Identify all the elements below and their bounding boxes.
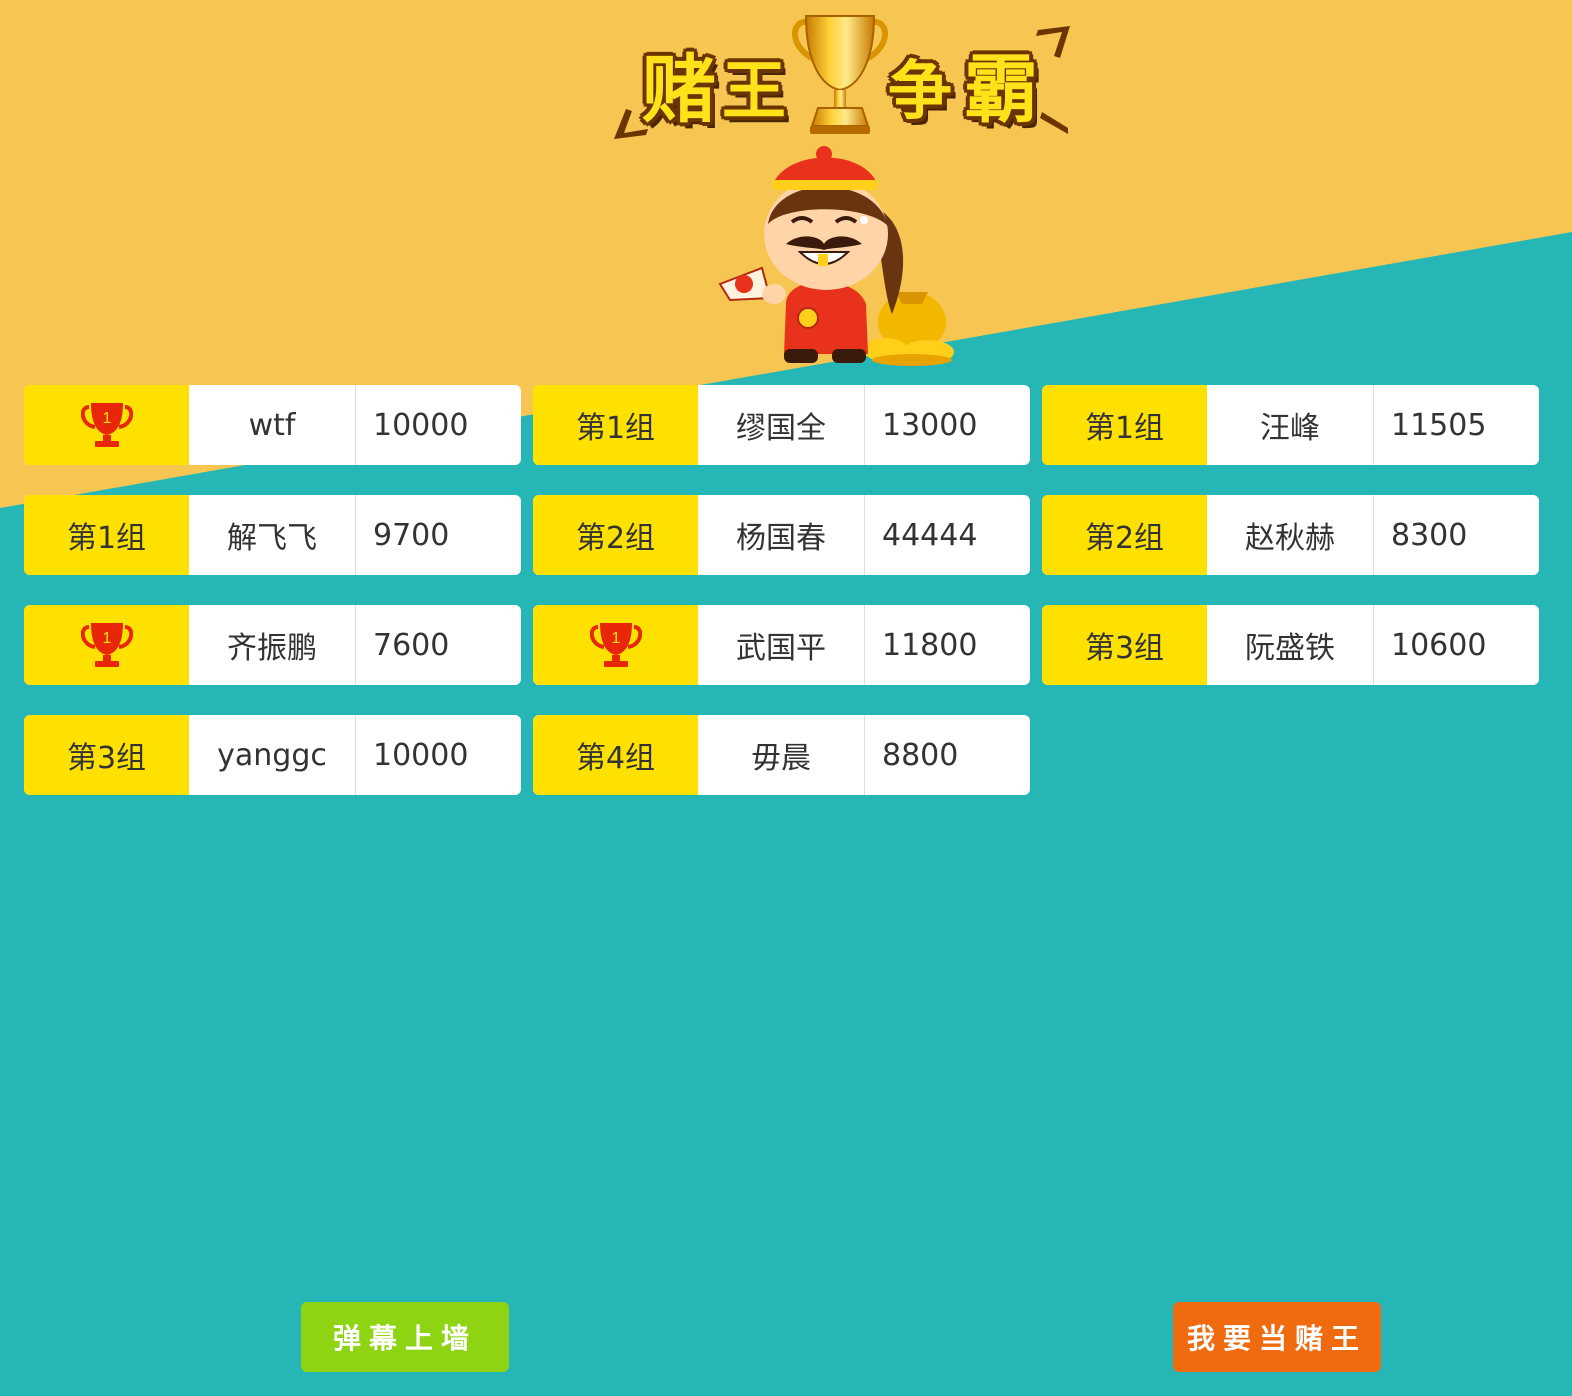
score-card: 1 武国平 11800 bbox=[533, 605, 1030, 685]
gold-trophy-icon bbox=[792, 15, 888, 134]
player-name: 齐振鹏 bbox=[189, 605, 356, 685]
player-score: 7600 bbox=[373, 627, 450, 663]
group-badge: 1 bbox=[24, 385, 189, 465]
player-score: 10600 bbox=[1391, 627, 1487, 663]
score-card: 1 wtf 10000 bbox=[24, 385, 521, 465]
score-card: 第2组 杨国春 44444 bbox=[533, 495, 1030, 575]
trophy-rank-1-icon: 1 bbox=[80, 623, 133, 667]
title-logo: 赌 王 争 霸 bbox=[612, 8, 1072, 139]
title-char-2: 王 bbox=[722, 55, 786, 129]
player-name: 赵秋赫 bbox=[1207, 495, 1374, 575]
player-name: yanggc bbox=[189, 715, 356, 795]
corner-bracket-icon bbox=[1036, 26, 1070, 58]
player-score: 10000 bbox=[373, 407, 469, 443]
group-badge: 第4组 bbox=[533, 715, 698, 795]
trophy-rank-number: 1 bbox=[611, 630, 620, 647]
become-king-button[interactable]: 我要当赌王 bbox=[1173, 1302, 1381, 1372]
player-name: 缪国全 bbox=[698, 385, 865, 465]
player-name: 武国平 bbox=[698, 605, 865, 685]
group-badge: 第1组 bbox=[1042, 385, 1207, 465]
group-badge: 第1组 bbox=[533, 385, 698, 465]
group-badge: 1 bbox=[24, 605, 189, 685]
trophy-rank-number: 1 bbox=[102, 630, 111, 647]
danmu-wall-button[interactable]: 弹幕上墙 bbox=[301, 1302, 509, 1372]
trophy-rank-1-icon: 1 bbox=[589, 623, 642, 667]
player-score: 13000 bbox=[882, 407, 978, 443]
god-of-wealth-mascot bbox=[718, 146, 954, 366]
title-char-4: 霸 bbox=[964, 47, 1038, 133]
player-score: 8300 bbox=[1391, 517, 1468, 553]
title-char-1: 赌 bbox=[642, 47, 716, 133]
score-card: 第1组 缪国全 13000 bbox=[533, 385, 1030, 465]
player-score: 44444 bbox=[882, 517, 978, 553]
score-card: 第4组 毋晨 8800 bbox=[533, 715, 1030, 795]
trophy-rank-1-icon: 1 bbox=[80, 403, 133, 447]
player-name: 解飞飞 bbox=[189, 495, 356, 575]
score-card: 第2组 赵秋赫 8300 bbox=[1042, 495, 1539, 575]
player-score: 10000 bbox=[373, 737, 469, 773]
group-badge: 第3组 bbox=[24, 715, 189, 795]
player-score: 9700 bbox=[373, 517, 450, 553]
score-card: 第3组 阮盛铁 10600 bbox=[1042, 605, 1539, 685]
group-badge: 第1组 bbox=[24, 495, 189, 575]
group-badge: 1 bbox=[533, 605, 698, 685]
player-name: 阮盛铁 bbox=[1207, 605, 1374, 685]
player-score: 11505 bbox=[1391, 407, 1487, 443]
player-name: 杨国春 bbox=[698, 495, 865, 575]
player-name: 汪峰 bbox=[1207, 385, 1374, 465]
title-char-3: 争 bbox=[888, 55, 952, 129]
player-name: wtf bbox=[189, 385, 356, 465]
player-name: 毋晨 bbox=[698, 715, 865, 795]
group-badge: 第3组 bbox=[1042, 605, 1207, 685]
corner-bracket-icon bbox=[1040, 112, 1068, 134]
score-card: 第1组 汪峰 11505 bbox=[1042, 385, 1539, 465]
player-score: 8800 bbox=[882, 737, 959, 773]
score-card: 1 齐振鹏 7600 bbox=[24, 605, 521, 685]
group-badge: 第2组 bbox=[533, 495, 698, 575]
group-badge: 第2组 bbox=[1042, 495, 1207, 575]
trophy-rank-number: 1 bbox=[102, 410, 111, 427]
score-card: 第3组 yanggc 10000 bbox=[24, 715, 521, 795]
score-card: 第1组 解飞飞 9700 bbox=[24, 495, 521, 575]
player-score: 11800 bbox=[882, 627, 978, 663]
